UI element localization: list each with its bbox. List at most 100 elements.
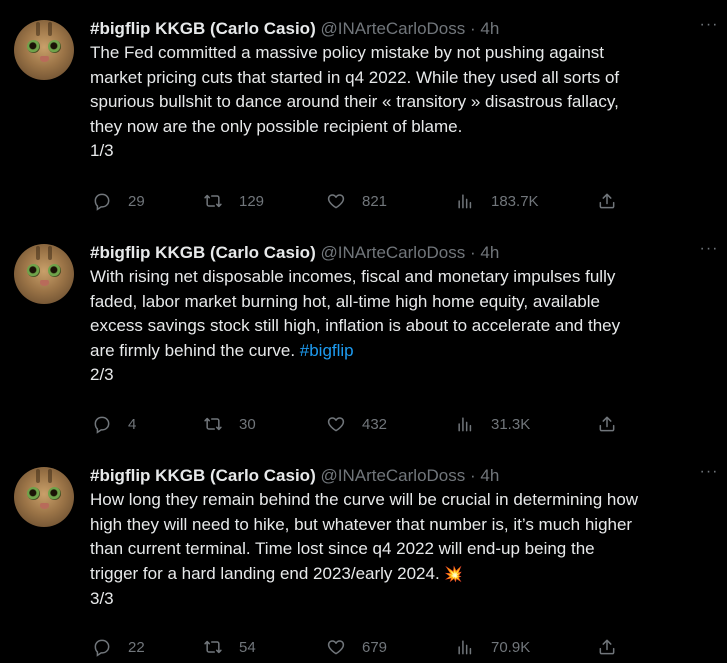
avatar-eye xyxy=(48,487,61,500)
avatar-eye xyxy=(48,40,61,53)
display-name[interactable]: #bigflip KKGB (Carlo Casio) xyxy=(90,466,316,485)
user-handle[interactable]: @INArteCarloDoss xyxy=(320,466,465,485)
more-options-icon[interactable]: ··· xyxy=(698,463,720,485)
share-icon xyxy=(599,639,615,655)
heart-icon xyxy=(327,194,345,209)
retweet-icon xyxy=(204,417,222,431)
view-count: 31.3K xyxy=(491,415,531,433)
collision-emoji: 💥 xyxy=(444,565,464,583)
avatar-detail xyxy=(48,246,52,260)
user-handle[interactable]: @INArteCarloDoss xyxy=(320,243,465,262)
retweet-button[interactable]: 54 xyxy=(203,636,256,658)
display-name[interactable]: #bigflip KKGB (Carlo Casio) xyxy=(90,243,316,262)
tweet-text-line: With rising net disposable incomes, fisc… xyxy=(90,267,616,286)
share-button[interactable] xyxy=(597,636,617,658)
reply-count: 29 xyxy=(128,192,145,210)
avatar-eye xyxy=(27,264,40,277)
avatar-eye xyxy=(27,40,40,53)
avatar[interactable] xyxy=(14,244,74,304)
reply-button[interactable]: 22 xyxy=(92,636,145,658)
timestamp[interactable]: · 4h xyxy=(470,243,499,262)
thread-counter: 2/3 xyxy=(90,365,114,384)
share-icon xyxy=(599,416,615,432)
avatar-detail xyxy=(48,22,52,36)
views-icon xyxy=(458,417,472,432)
avatar-detail xyxy=(48,469,52,483)
tweet-text-fragment: are firmly behind the curve. xyxy=(90,340,300,360)
tweet-text: The Fed committed a massive policy mista… xyxy=(90,41,720,164)
like-button[interactable]: 821 xyxy=(326,190,387,212)
reply-count: 22 xyxy=(128,638,145,656)
retweet-icon xyxy=(204,640,222,654)
like-button[interactable]: 679 xyxy=(326,636,387,658)
tweet-text-line: The Fed committed a massive policy mista… xyxy=(90,43,605,62)
views-icon xyxy=(458,194,472,209)
heart-icon xyxy=(327,640,345,655)
thread-counter: 3/3 xyxy=(90,589,114,608)
reply-icon xyxy=(94,416,110,434)
retweet-count: 30 xyxy=(239,415,256,433)
avatar-nose xyxy=(40,56,49,62)
share-button[interactable] xyxy=(597,413,617,435)
tweet-text-line: excess savings stock still high, inflati… xyxy=(90,316,621,335)
tweet-text: With rising net disposable incomes, fisc… xyxy=(90,265,720,388)
avatar-nose xyxy=(40,503,49,509)
reply-button[interactable]: 29 xyxy=(92,190,145,212)
retweet-button[interactable]: 30 xyxy=(203,413,256,435)
tweet-text-line: they now are the only possible recipient… xyxy=(90,116,463,136)
action-bar: 4 30 432 31.3K xyxy=(0,413,727,435)
avatar-detail xyxy=(36,469,40,483)
tweet-text-line: high they will need to hike, but whateve… xyxy=(90,514,633,534)
avatar-eye xyxy=(48,264,61,277)
tweet-text-fragment: trigger for a hard landing end 2023/earl… xyxy=(90,563,445,583)
avatar[interactable] xyxy=(14,467,74,527)
views-icon xyxy=(458,640,472,655)
reply-button[interactable]: 4 xyxy=(92,413,136,435)
like-count: 821 xyxy=(362,192,388,210)
avatar-detail xyxy=(36,246,40,260)
action-bar: 22 54 679 70.9K xyxy=(0,636,727,658)
retweet-button[interactable]: 129 xyxy=(203,190,264,212)
hashtag-link[interactable]: #bigflip xyxy=(300,341,354,360)
tweet-text-line: spurious bullshit to dance around their … xyxy=(90,92,619,111)
timestamp[interactable]: · 4h xyxy=(470,19,499,38)
tweet-header: #bigflip KKGB (Carlo Casio) @INArteCarlo… xyxy=(90,242,499,264)
tweet-text-line: How long they remain behind the curve wi… xyxy=(90,490,639,509)
avatar-detail xyxy=(36,22,40,36)
views-button[interactable]: 31.3K xyxy=(455,413,530,435)
view-count: 183.7K xyxy=(491,192,539,210)
more-options-icon[interactable]: ··· xyxy=(698,16,720,38)
share-button[interactable] xyxy=(597,190,617,212)
tweet-header: #bigflip KKGB (Carlo Casio) @INArteCarlo… xyxy=(90,465,499,487)
user-handle[interactable]: @INArteCarloDoss xyxy=(320,19,465,38)
tweet-text-line: faded, labor market burning hot, all-tim… xyxy=(90,291,600,311)
thread-counter: 1/3 xyxy=(90,141,114,160)
retweet-count: 129 xyxy=(239,192,265,210)
tweet-text-line: trigger for a hard landing end 2023/earl… xyxy=(90,562,720,588)
view-count: 70.9K xyxy=(491,638,531,656)
views-button[interactable]: 70.9K xyxy=(455,636,530,658)
retweet-icon xyxy=(204,194,222,208)
tweet-thread: #bigflip KKGB (Carlo Casio) @INArteCarlo… xyxy=(0,0,727,663)
tweet-header: #bigflip KKGB (Carlo Casio) @INArteCarlo… xyxy=(90,18,499,40)
reply-icon xyxy=(94,193,110,211)
avatar[interactable] xyxy=(14,20,74,80)
tweet-text-line: are firmly behind the curve. #bigflip xyxy=(90,339,720,364)
tweet-text: How long they remain behind the curve wi… xyxy=(90,488,720,612)
timestamp[interactable]: · 4h xyxy=(470,466,499,485)
display-name[interactable]: #bigflip KKGB (Carlo Casio) xyxy=(90,19,316,38)
more-options-icon[interactable]: ··· xyxy=(698,240,720,262)
action-bar: 29 129 821 183.7K xyxy=(0,190,727,212)
avatar-eye xyxy=(27,487,40,500)
tweet-text-line: market pricing cuts that started in q4 2… xyxy=(90,67,620,87)
reply-count: 4 xyxy=(128,415,137,433)
heart-icon xyxy=(327,417,345,432)
retweet-count: 54 xyxy=(239,638,256,656)
like-count: 679 xyxy=(362,638,388,656)
like-count: 432 xyxy=(362,415,388,433)
views-button[interactable]: 183.7K xyxy=(455,190,539,212)
tweet-text-line: than current terminal. Time lost since q… xyxy=(90,539,595,558)
reply-icon xyxy=(94,639,110,657)
like-button[interactable]: 432 xyxy=(326,413,387,435)
avatar-nose xyxy=(40,280,49,286)
